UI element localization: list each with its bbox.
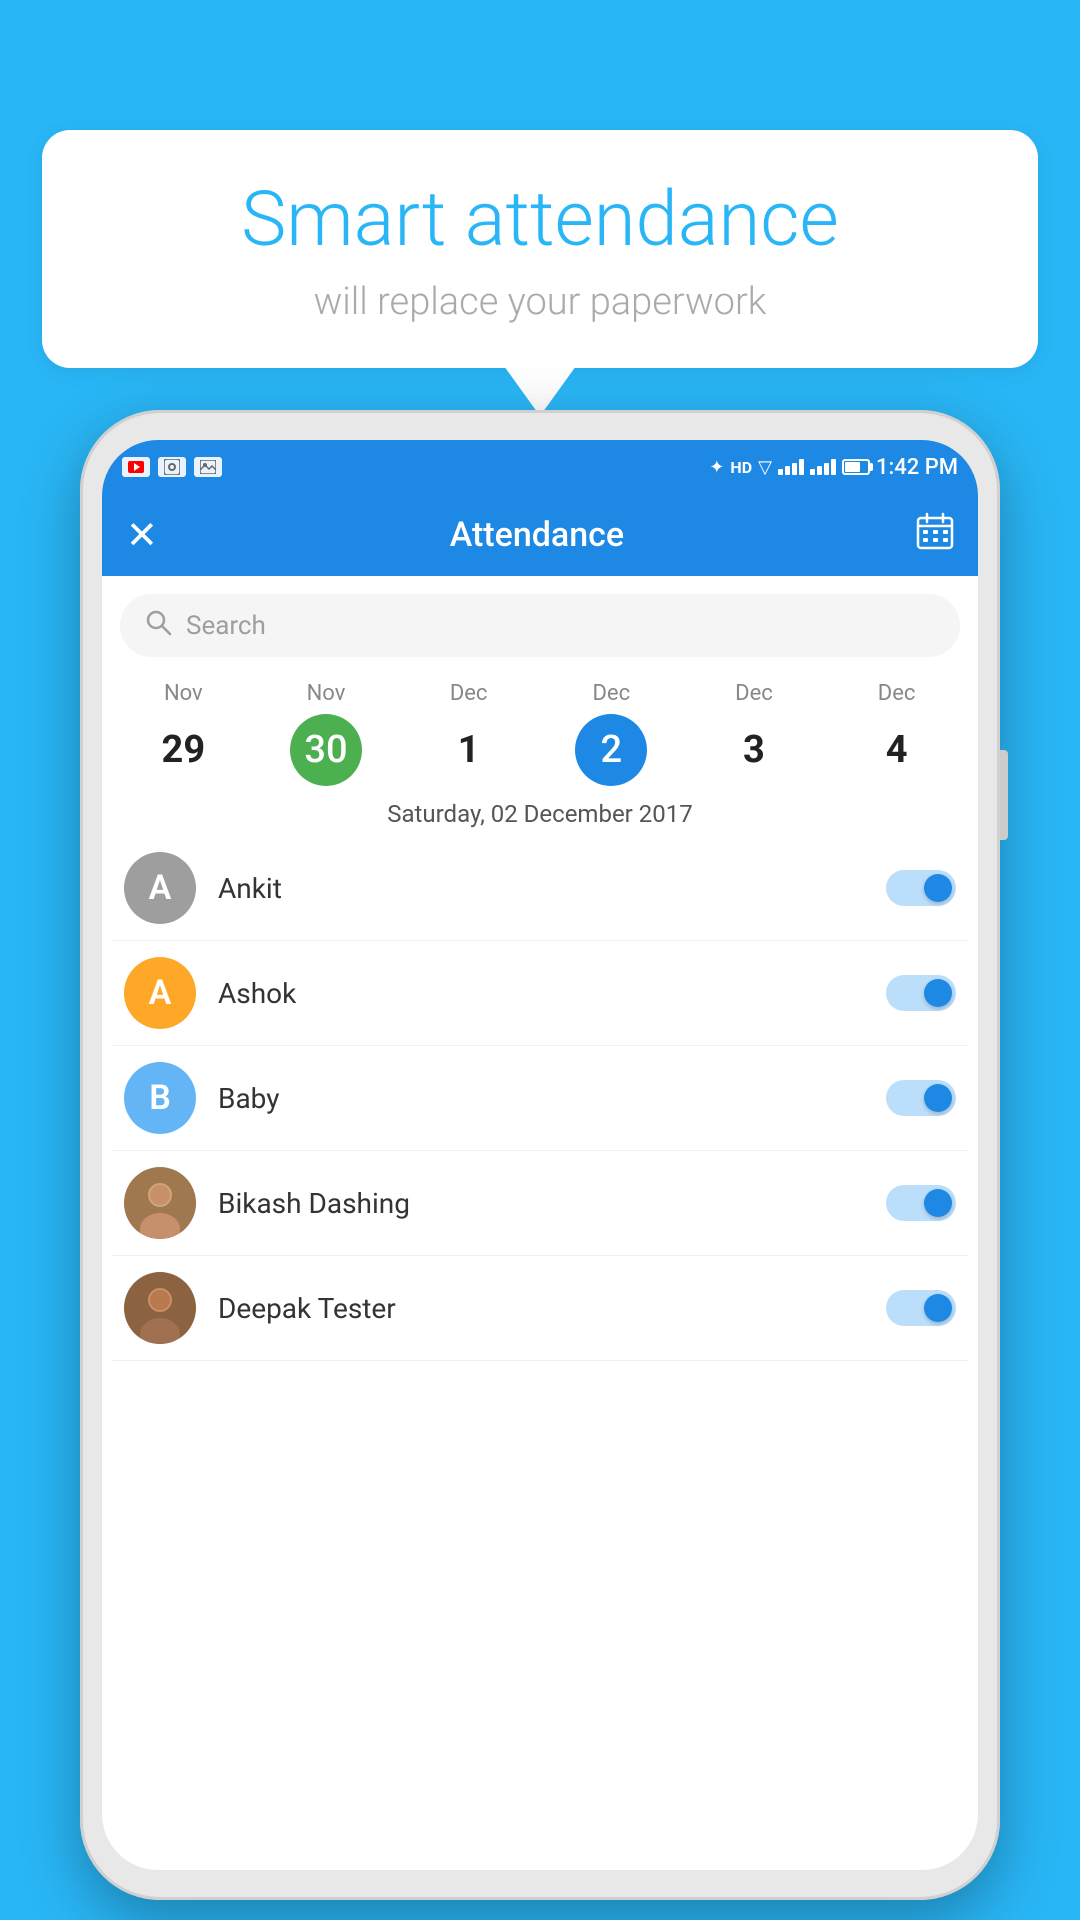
date-item-5[interactable]: Dec 3 xyxy=(709,681,799,786)
date-item-3[interactable]: Dec 1 xyxy=(424,681,514,786)
date-item-2[interactable]: Nov 30 xyxy=(281,681,371,786)
status-icons-left xyxy=(122,457,222,477)
search-placeholder: Search xyxy=(186,611,936,641)
date-row: Nov 29 Nov 30 Dec 1 Dec 2 Dec 3 xyxy=(106,681,974,786)
app-title: Attendance xyxy=(450,515,624,555)
avatar-ankit: A xyxy=(124,852,196,924)
attendance-item-ankit: A Ankit xyxy=(112,836,968,941)
toggle-ankit[interactable] xyxy=(886,870,956,906)
status-time: 1:42 PM xyxy=(876,455,958,480)
selected-date-label: Saturday, 02 December 2017 xyxy=(102,786,978,836)
person-name-deepak: Deepak Tester xyxy=(218,1292,864,1325)
person-name-bikash: Bikash Dashing xyxy=(218,1187,864,1220)
date-item-6[interactable]: Dec 4 xyxy=(852,681,942,786)
person-name-ashok: Ashok xyxy=(218,977,864,1010)
hd-badge: HD xyxy=(730,458,752,477)
signal-bars-1 xyxy=(778,459,804,475)
toggle-bikash[interactable] xyxy=(886,1185,956,1221)
attendance-item-bikash: Bikash Dashing xyxy=(112,1151,968,1256)
toggle-ashok[interactable] xyxy=(886,975,956,1011)
app-header: ✕ Attendance xyxy=(102,494,978,576)
attendance-list: A Ankit A Ashok B Baby xyxy=(102,836,978,1361)
attendance-item-deepak: Deepak Tester xyxy=(112,1256,968,1361)
date-picker: Nov 29 Nov 30 Dec 1 Dec 2 Dec 3 xyxy=(102,671,978,786)
wifi-icon: ▽ xyxy=(758,457,772,478)
avatar-ashok: A xyxy=(124,957,196,1029)
search-icon xyxy=(144,608,172,643)
bluetooth-icon: ✦ xyxy=(709,457,724,478)
speech-bubble: Smart attendance will replace your paper… xyxy=(42,130,1038,368)
signal-bars-2 xyxy=(810,459,836,475)
avatar-deepak xyxy=(124,1272,196,1344)
phone-frame: ✦ HD ▽ 1:42 PM xyxy=(80,410,1000,1900)
date-item-4[interactable]: Dec 2 xyxy=(566,681,656,786)
toggle-baby[interactable] xyxy=(886,1080,956,1116)
person-name-ankit: Ankit xyxy=(218,872,864,905)
phone-screen: ✦ HD ▽ 1:42 PM xyxy=(102,440,978,1870)
youtube-icon xyxy=(122,457,150,477)
avatar-bikash xyxy=(124,1167,196,1239)
settings-icon xyxy=(158,457,186,477)
status-icons-right: ✦ HD ▽ 1:42 PM xyxy=(709,455,958,480)
calendar-button[interactable] xyxy=(916,512,954,558)
bubble-subtitle: will replace your paperwork xyxy=(102,280,978,324)
person-name-baby: Baby xyxy=(218,1082,864,1115)
toggle-deepak[interactable] xyxy=(886,1290,956,1326)
close-button[interactable]: ✕ xyxy=(126,513,158,558)
bubble-title: Smart attendance xyxy=(102,178,978,262)
phone-side-button xyxy=(1000,750,1008,840)
search-bar[interactable]: Search xyxy=(120,594,960,657)
date-item-1[interactable]: Nov 29 xyxy=(138,681,228,786)
battery-icon xyxy=(842,459,870,475)
attendance-item-ashok: A Ashok xyxy=(112,941,968,1046)
avatar-baby: B xyxy=(124,1062,196,1134)
battery-fill xyxy=(845,462,860,472)
image-icon xyxy=(194,457,222,477)
attendance-item-baby: B Baby xyxy=(112,1046,968,1151)
status-bar: ✦ HD ▽ 1:42 PM xyxy=(102,440,978,494)
